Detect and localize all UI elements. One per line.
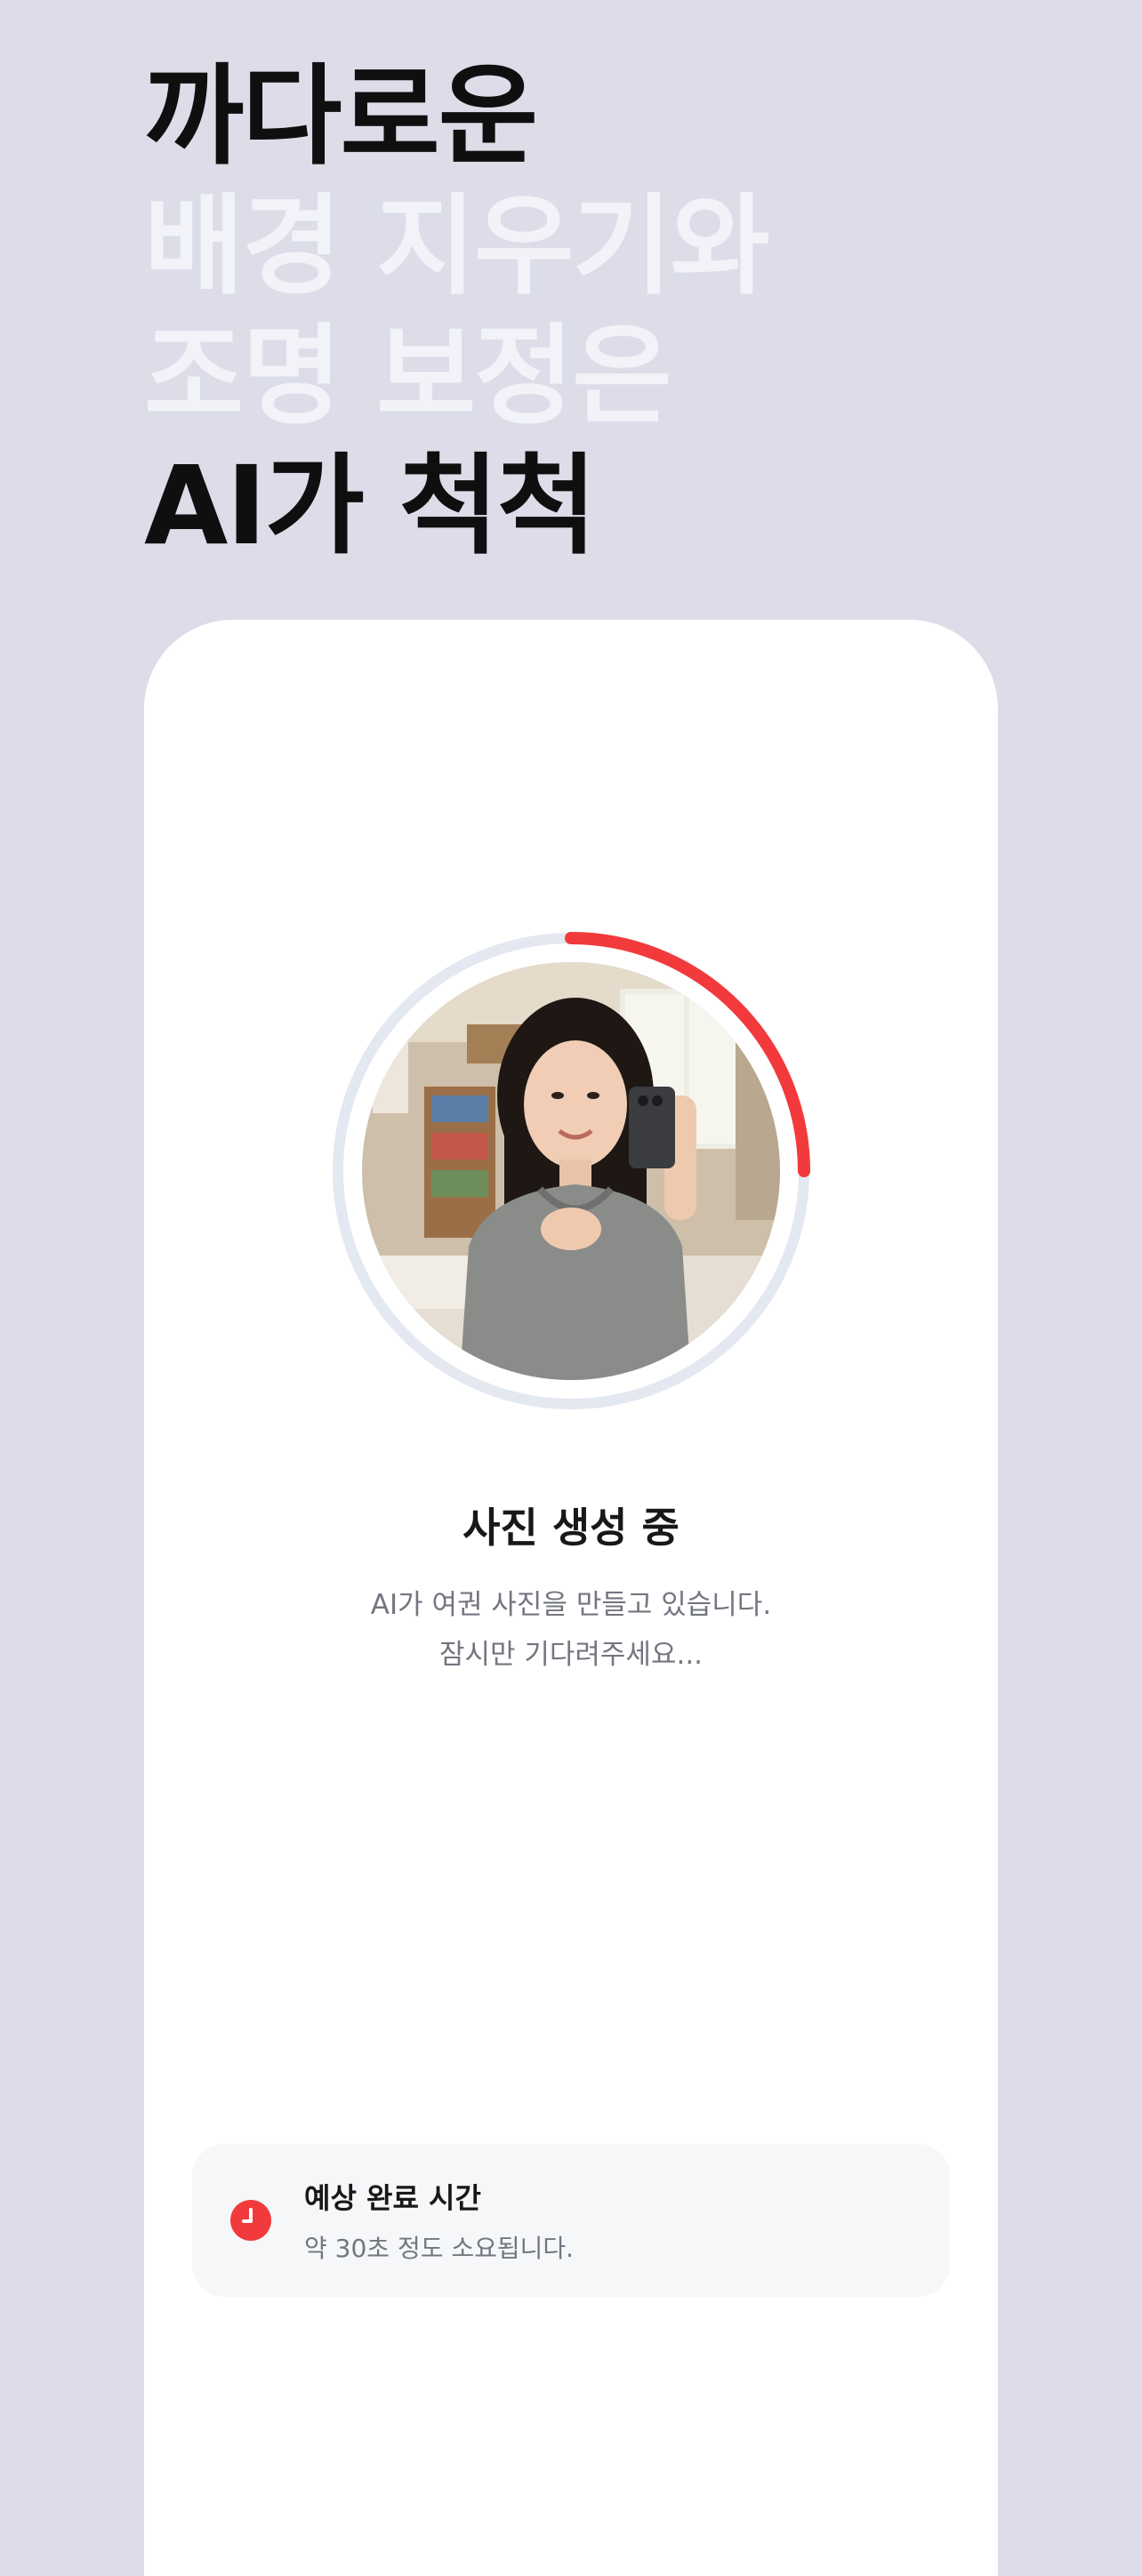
headline-line-3: 조명 보정은	[144, 313, 672, 439]
headline-line-4: AI가 척척	[144, 443, 597, 569]
estimate-subtitle: 약 30초 정도 소요됩니다.	[304, 2234, 575, 2263]
estimated-time-card: 예상 완료 시간 약 30초 정도 소요됩니다.	[192, 2144, 950, 2297]
headline: 까다로운 배경 지우기와 조명 보정은 AI가 척척	[144, 52, 770, 571]
estimate-title: 예상 완료 시간	[304, 2181, 481, 2215]
clock-icon	[230, 2200, 271, 2241]
status-title: 사진 생성 중	[462, 1504, 680, 1552]
progress-ring-svg	[332, 932, 810, 1410]
headline-line-2: 배경 지우기와	[144, 183, 770, 309]
status-description: AI가 여권 사진을 만들고 있습니다. 잠시만 기다려주세요...	[144, 1580, 998, 1680]
status-description-line-1: AI가 여권 사진을 만들고 있습니다.	[370, 1589, 772, 1621]
progress-ring	[331, 931, 811, 1411]
phone-screen-mockup: 사진 생성 중 AI가 여권 사진을 만들고 있습니다. 잠시만 기다려주세요.…	[144, 620, 998, 2576]
headline-line-1: 까다로운	[144, 53, 538, 180]
status-description-line-2: 잠시만 기다려주세요...	[438, 1639, 704, 1671]
